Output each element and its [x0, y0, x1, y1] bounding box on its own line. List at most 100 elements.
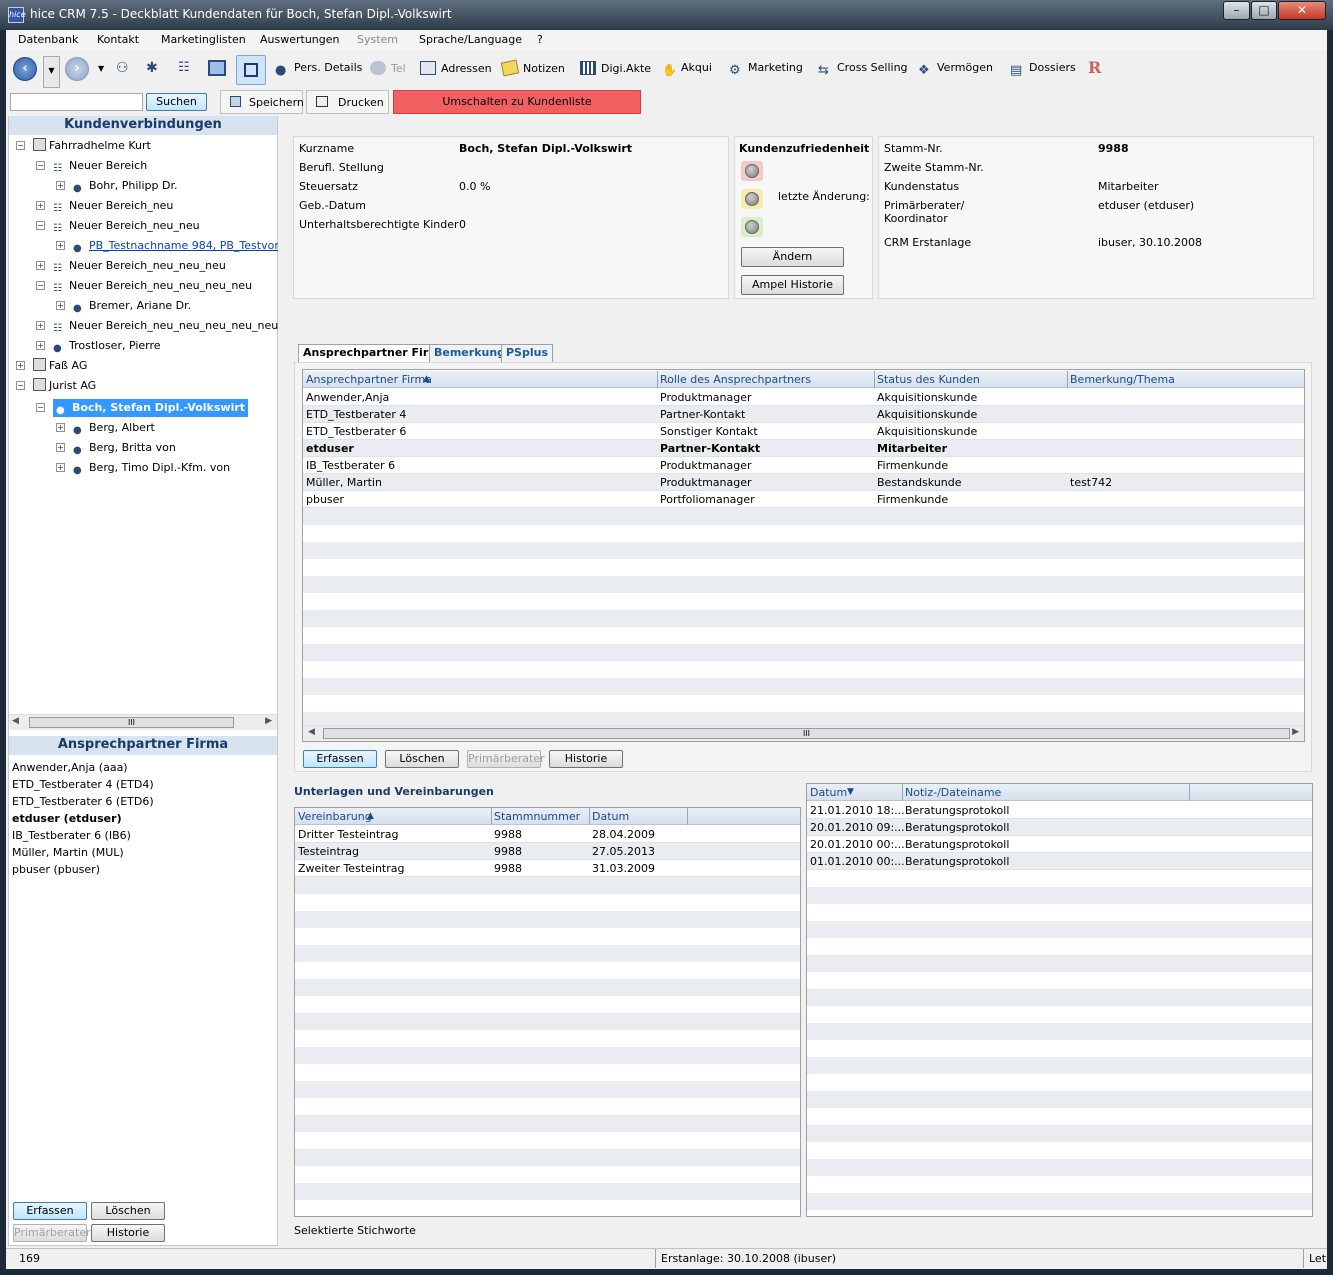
adressen-button[interactable]: Adressen [420, 61, 492, 75]
tree-label[interactable]: PB_Testnachname 984, PB_Testvornan [89, 239, 278, 252]
table-row[interactable]: Testeintrag 9988 27.05.2013 [295, 843, 800, 860]
tree-node-company[interactable]: Faß AG [33, 358, 87, 374]
back-dropdown-icon[interactable]: ▼ [43, 56, 60, 88]
scroll-right-icon[interactable]: ▶ [265, 716, 272, 726]
col-header-datum[interactable]: Datum [592, 810, 629, 823]
minimize-button[interactable]: – [1223, 1, 1250, 20]
maximize-button[interactable]: □ [1251, 1, 1277, 20]
expand-toggle[interactable]: + [56, 301, 65, 310]
tree-node-person[interactable]: ● Trostloser, Pierre [53, 338, 161, 354]
vermoegen-button[interactable]: ❖ Vermögen [918, 61, 993, 78]
grid-erfassen-button[interactable]: Erfassen [303, 750, 377, 768]
tel-button[interactable]: Tel [370, 61, 406, 75]
table-row[interactable]: Zweiter Testeintrag 9988 31.03.2009 [295, 860, 800, 877]
table-row[interactable]: ETD_Testberater 6 Sonstiger Kontakt Akquis… [303, 423, 1304, 440]
expand-toggle[interactable]: + [36, 261, 45, 270]
tab-bemerkung[interactable]: Bemerkung [429, 344, 511, 362]
scroll-thumb[interactable]: III [323, 728, 1290, 739]
expand-toggle[interactable]: + [56, 423, 65, 432]
tree-node-area[interactable]: ☷ Neuer Bereich_neu [53, 198, 173, 214]
expand-toggle[interactable]: − [36, 281, 45, 290]
grid-historie-button[interactable]: Historie [549, 750, 623, 768]
table-row[interactable]: 01.01.2010 00:... Beratungsprotokoll [807, 853, 1312, 870]
left-primaerberater-button[interactable]: Primärberater [13, 1224, 91, 1242]
pers-details-button[interactable]: ● Pers. Details [275, 61, 362, 78]
expand-toggle[interactable]: + [56, 181, 65, 190]
expand-toggle[interactable]: + [56, 443, 65, 452]
search-button[interactable]: Suchen [146, 93, 207, 111]
tab-psplus[interactable]: PSplus [501, 344, 554, 362]
scroll-thumb[interactable]: III [29, 717, 234, 728]
tree-node-area[interactable]: ☷ Neuer Bereich_neu_neu_neu_neu_neu [53, 318, 278, 334]
tree-node-person[interactable]: ● Berg, Britta von [73, 440, 176, 456]
table-row[interactable]: Müller, Martin Produktmanager Bestandskund… [303, 474, 1304, 491]
menu-datenbank[interactable]: Datenbank [18, 33, 78, 46]
menu-system[interactable]: System [357, 33, 398, 46]
list-item[interactable]: etduser (etduser) [12, 810, 154, 827]
save-button[interactable]: Speichern [220, 90, 304, 114]
table-row[interactable]: pbuser Portfoliomanager Firmenkunde [303, 491, 1304, 508]
tree-node-selected-person[interactable]: ● Boch, Stefan Dipl.-Volkswirt [53, 399, 249, 417]
cover-sheet-button[interactable] [236, 55, 266, 85]
marketing-button[interactable]: ⚙ Marketing [729, 61, 803, 78]
left-erfassen-button[interactable]: Erfassen [13, 1202, 87, 1220]
tree-node-area[interactable]: ☷ Neuer Bereich_neu_neu_neu_neu [53, 278, 252, 294]
tree-horizontal-scrollbar[interactable]: ◀ III ▶ [9, 714, 277, 730]
dossiers-button[interactable]: ▤ Dossiers [1010, 61, 1076, 78]
hierarchy-icon[interactable]: ☷ [178, 60, 196, 76]
col-header-bemerkung[interactable]: Bemerkung/Thema [1070, 373, 1175, 386]
list-item[interactable]: pbuser (pbuser) [12, 861, 154, 878]
tree-node-area[interactable]: ☷ Neuer Bereich_neu_neu [53, 218, 200, 234]
list-item[interactable]: Anwender,Anja (aaa) [12, 759, 154, 776]
tree-node-person-link[interactable]: ● PB_Testnachname 984, PB_Testvornan [73, 238, 278, 254]
expand-toggle[interactable]: + [36, 321, 45, 330]
col-header-vereinbarung[interactable]: Vereinbarung [298, 810, 372, 823]
tree-node-person[interactable]: ● Bohr, Philipp Dr. [73, 178, 177, 194]
tree-node-company[interactable]: Fahrradhelme Kurt [33, 138, 151, 154]
cross-selling-button[interactable]: ⇆ Cross Selling [818, 61, 908, 78]
expand-toggle[interactable]: − [36, 403, 45, 412]
tree-node-company[interactable]: Jurist AG [33, 378, 96, 394]
back-icon[interactable]: ‹ [13, 57, 37, 81]
grid-primaerberater-button[interactable]: Primärberater [467, 750, 545, 768]
tree-node-area[interactable]: ☷ Neuer Bereich [53, 158, 147, 174]
forward-dropdown-icon[interactable]: ▼ [98, 64, 104, 73]
aendern-button[interactable]: Ändern [741, 247, 844, 267]
close-button[interactable]: ✕ [1278, 1, 1326, 20]
grid-loeschen-button[interactable]: Löschen [385, 750, 459, 768]
person-search-icon[interactable]: ✱ [146, 60, 164, 76]
notizen-button[interactable]: Notizen [500, 59, 565, 77]
expand-toggle[interactable]: + [16, 361, 25, 370]
left-loeschen-button[interactable]: Löschen [91, 1202, 165, 1220]
scroll-left-icon[interactable]: ◀ [308, 727, 315, 737]
scroll-right-icon[interactable]: ▶ [1292, 727, 1299, 737]
ampel-historie-button[interactable]: Ampel Historie [741, 275, 844, 295]
switch-to-list-button[interactable]: Umschalten zu Kundenliste [393, 90, 641, 114]
col-header-datum[interactable]: Datum [810, 786, 847, 799]
table-row[interactable]: ETD_Testberater 4 Partner-Kontakt Akquisit… [303, 406, 1304, 423]
col-header-status[interactable]: Status des Kunden [877, 373, 980, 386]
digi-akte-button[interactable]: Digi.Akte [580, 61, 651, 75]
table-row[interactable]: IB_Testberater 6 Produktmanager Firmenkund… [303, 457, 1304, 474]
left-historie-button[interactable]: Historie [91, 1224, 165, 1242]
col-header-stammnummer[interactable]: Stammnummer [494, 810, 580, 823]
tree-node-person[interactable]: ● Bremer, Ariane Dr. [73, 298, 191, 314]
menu-help[interactable]: ? [537, 33, 543, 46]
grid-horizontal-scrollbar[interactable]: ◀ III ▶ [303, 725, 1304, 741]
table-row[interactable]: 20.01.2010 00:... Beratungsprotokoll [807, 836, 1312, 853]
expand-toggle[interactable]: − [36, 161, 45, 170]
menu-sprache[interactable]: Sprache/Language [419, 33, 522, 46]
tree-node-person[interactable]: ● Berg, Timo Dipl.-Kfm. von [73, 460, 230, 476]
col-header-rolle[interactable]: Rolle des Ansprechpartners [660, 373, 811, 386]
tree-node-person[interactable]: ● Berg, Albert [73, 420, 155, 436]
expand-toggle[interactable]: − [16, 141, 25, 150]
table-row[interactable]: Anwender,Anja Produktmanager Akquisitionsk… [303, 389, 1304, 406]
list-item[interactable]: ETD_Testberater 4 (ETD4) [12, 776, 154, 793]
scroll-left-icon[interactable]: ◀ [12, 716, 19, 726]
menu-kontakt[interactable]: Kontakt [97, 33, 139, 46]
expand-toggle[interactable]: + [36, 201, 45, 210]
tree-node-area[interactable]: ☷ Neuer Bereich_neu_neu_neu [53, 258, 226, 274]
r-icon[interactable]: R [1088, 58, 1101, 77]
expand-toggle[interactable]: + [56, 241, 65, 250]
table-row[interactable]: 21.01.2010 18:... Beratungsprotokoll [807, 802, 1312, 819]
